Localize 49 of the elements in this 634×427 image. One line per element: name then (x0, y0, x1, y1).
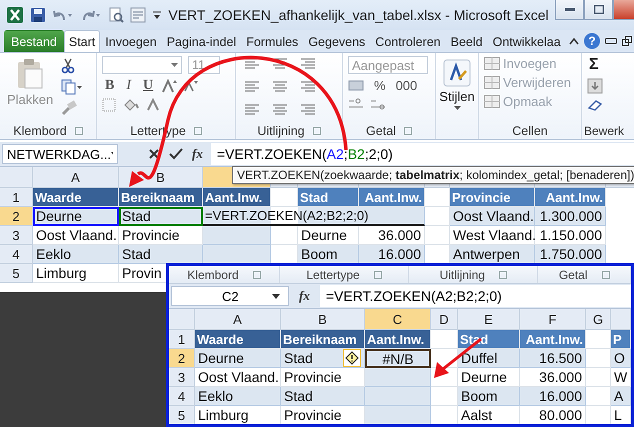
table-cell: 1.300.000 (535, 207, 606, 226)
table-cell: 16.000 (520, 387, 586, 406)
table-cell: Waarde (33, 188, 119, 207)
table-cell: Stad (119, 207, 203, 226)
table-cell: Stad (298, 188, 359, 207)
table-cell: Limburg (195, 406, 281, 424)
table-cell: Limburg (33, 264, 119, 283)
table-cell: Bereiknaam (119, 188, 203, 207)
table-cell: Aant.Inw. (535, 188, 606, 207)
table-cell: Aant.Inw. (365, 330, 431, 349)
table-cell: Boom (458, 387, 520, 406)
group-label: Cellen (512, 124, 548, 138)
table-cell: Eeklo (33, 245, 119, 264)
table-cell: Waarde (195, 330, 281, 349)
table-cell: Eeklo (195, 387, 281, 406)
table-cell: Aant.Inw. (520, 330, 586, 349)
table-cell: A (611, 387, 631, 406)
table-cell: 16.500 (520, 349, 586, 368)
table-cell: Aant.Inw. (359, 188, 425, 207)
table-cell: Aalst (458, 406, 520, 424)
table-cell: Stad (281, 387, 365, 406)
table-cell: 80.000 (520, 406, 586, 424)
table-cell: Oost Vlaand. (450, 207, 535, 226)
table-cell: Boom (298, 245, 359, 264)
table-cell: Stad (119, 245, 203, 264)
table-cell: Duffel (458, 349, 520, 368)
table-cell: P (611, 330, 631, 349)
table-cell: Deurne (195, 349, 281, 368)
group-label: Getal (558, 268, 588, 282)
table-cell: Bereiknaam (281, 330, 365, 349)
table-cell: Deurne (33, 207, 119, 226)
window-title: VERT_ZOEKEN_afhankelijk_van_tabel.xlsx - Microsoft Excel (167, 7, 550, 23)
table-cell: 1.750.000 (535, 245, 606, 264)
group-label: Uitlijning (440, 268, 485, 282)
group-label: Klembord (13, 124, 67, 138)
table-cell: L (611, 406, 631, 424)
table-cell: =VERT.ZOEKEN(A2;B2;2;0) (203, 207, 425, 226)
table-cell: Provincie (450, 188, 535, 207)
group-label: Bewerk (584, 124, 624, 138)
error-cell: #N/B (365, 349, 431, 368)
table-cell: O (611, 349, 631, 368)
table-cell: 16.000 (359, 245, 425, 264)
table-cell: Antwerpen (450, 245, 535, 264)
group-label: Uitlijning (257, 124, 305, 138)
function-tooltip: VERT.ZOEKEN(zoekwaarde; tabelmatrix; kolomindex_getal; [benaderen]) (232, 166, 634, 184)
cell-text: Stad (284, 350, 314, 366)
group-label: Getal (366, 124, 396, 138)
table-cell: Aant.Inw. (203, 188, 271, 207)
group-label: Lettertype (306, 268, 360, 282)
